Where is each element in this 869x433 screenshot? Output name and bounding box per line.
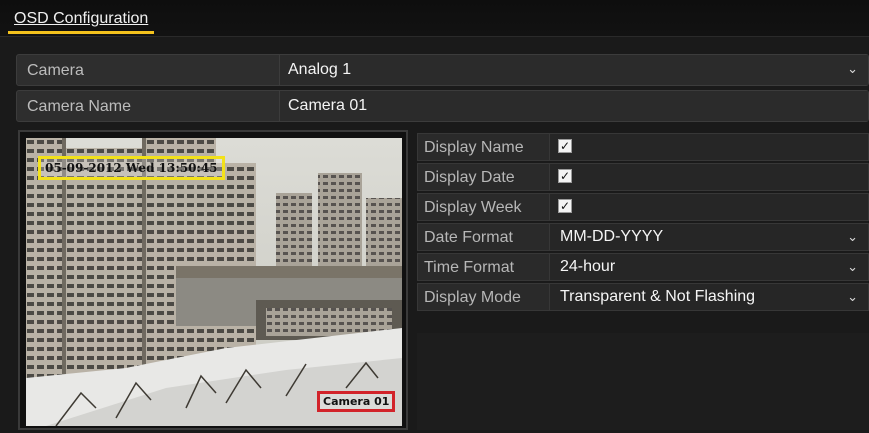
date-format-value: MM-DD-YYYY: [560, 228, 664, 245]
camera-row: Camera Analog 1 ⌄: [16, 54, 869, 86]
display-week-label: Display Week: [424, 199, 522, 216]
camera-name-label: Camera Name: [27, 98, 132, 115]
checkmark-icon: ✓: [559, 139, 571, 153]
settings-empty-area: [417, 333, 869, 430]
display-date-label: Display Date: [424, 169, 515, 186]
camera-preview-image: 05-09-2012 Wed 13:50:45 Camera 01: [26, 138, 402, 426]
display-name-value: ✓: [549, 134, 868, 160]
display-week-checkbox[interactable]: ✓: [558, 199, 572, 213]
camera-select[interactable]: Analog 1 ⌄: [279, 55, 868, 85]
display-name-checkbox[interactable]: ✓: [558, 139, 572, 153]
display-date-value: ✓: [549, 164, 868, 190]
display-name-label: Display Name: [424, 139, 524, 156]
camera-preview-frame: 05-09-2012 Wed 13:50:45 Camera 01: [18, 130, 408, 430]
display-name-row: Display Name ✓: [417, 133, 869, 161]
camera-select-value: Analog 1: [288, 61, 352, 78]
chevron-down-icon[interactable]: ⌄: [847, 61, 858, 77]
time-format-row: Time Format 24-hour ⌄: [417, 253, 869, 281]
display-week-row: Display Week ✓: [417, 193, 869, 221]
display-week-value: ✓: [549, 194, 868, 220]
camera-name-value: Camera 01: [288, 97, 368, 114]
osd-date-overlay[interactable]: 05-09-2012 Wed 13:50:45: [38, 156, 225, 180]
display-mode-value: Transparent & Not Flashing: [560, 288, 756, 305]
display-mode-row: Display Mode Transparent & Not Flashing …: [417, 283, 869, 311]
checkmark-icon: ✓: [559, 199, 571, 213]
time-format-select[interactable]: 24-hour ⌄: [549, 254, 868, 280]
snowy-buildings-image: [26, 138, 402, 426]
tab-osd-configuration[interactable]: OSD Configuration: [8, 10, 155, 34]
display-mode-label: Display Mode: [424, 289, 521, 306]
camera-label: Camera: [27, 62, 84, 79]
date-format-label: Date Format: [424, 229, 513, 246]
time-format-label: Time Format: [424, 259, 515, 276]
date-format-select[interactable]: MM-DD-YYYY ⌄: [549, 224, 868, 250]
title-bar: OSD Configuration: [0, 0, 869, 37]
camera-name-row: Camera Name Camera 01: [16, 90, 869, 122]
display-date-row: Display Date ✓: [417, 163, 869, 191]
display-mode-select[interactable]: Transparent & Not Flashing ⌄: [549, 284, 868, 310]
camera-name-input[interactable]: Camera 01: [279, 91, 868, 121]
osd-configuration-screen: OSD Configuration Camera Analog 1 ⌄ Came…: [0, 0, 869, 433]
chevron-down-icon[interactable]: ⌄: [847, 229, 858, 245]
osd-settings-panel: Display Name ✓ Display Date ✓ Display We…: [417, 133, 869, 313]
time-format-value: 24-hour: [560, 258, 616, 275]
date-format-row: Date Format MM-DD-YYYY ⌄: [417, 223, 869, 251]
chevron-down-icon[interactable]: ⌄: [847, 289, 858, 305]
osd-camera-name-overlay[interactable]: Camera 01: [317, 391, 396, 412]
display-date-checkbox[interactable]: ✓: [558, 169, 572, 183]
chevron-down-icon[interactable]: ⌄: [847, 259, 858, 275]
checkmark-icon: ✓: [559, 169, 571, 183]
